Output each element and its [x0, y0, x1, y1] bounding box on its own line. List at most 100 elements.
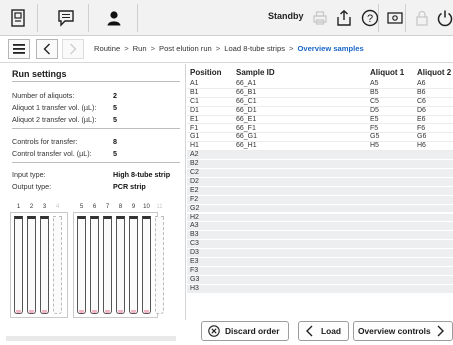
user-icon[interactable] [100, 4, 128, 32]
table-row[interactable]: F1 66_F1 F5 F6 [187, 124, 453, 134]
forward-button [62, 39, 84, 59]
top-toolbar: Standby ? [0, 0, 453, 36]
breadcrumb-item-routine[interactable]: Routine [94, 44, 120, 53]
table-row[interactable]: E1 66_E1 E5 E6 [187, 115, 453, 125]
tube-strip-slot[interactable] [90, 216, 99, 314]
breadcrumb-item-load-strips[interactable]: Load 8-tube strips [224, 44, 285, 53]
strip-number: 4 [55, 204, 60, 210]
position-cell: B1 [190, 88, 199, 96]
position-cell: G3 [190, 275, 200, 283]
controls-transfer-value: 8 [113, 137, 117, 146]
run-settings-panel: Run settings Number of aliquots: 2 Aliqu… [0, 64, 186, 320]
back-button[interactable] [36, 39, 58, 59]
tube-strip-slot[interactable] [155, 216, 164, 314]
aliquot2-cell: H6 [417, 142, 426, 150]
tray-icon[interactable] [4, 4, 32, 32]
aliquot1-cell: H5 [370, 142, 379, 150]
tube-strip-slot[interactable] [142, 216, 151, 314]
tube-strip-slot[interactable] [129, 216, 138, 314]
message-icon[interactable] [52, 4, 80, 32]
strip-number: 7 [105, 204, 110, 210]
tube-strip-slot[interactable] [53, 216, 62, 314]
table-row[interactable]: D1 66_D1 D5 D6 [187, 106, 453, 116]
aliquot2-cell: E6 [417, 115, 426, 123]
table-row[interactable]: D3 [187, 249, 453, 258]
tube-strip-slot[interactable] [77, 216, 86, 314]
breadcrumb-item-post-elution-run[interactable]: Post elution run [159, 44, 212, 53]
aliquot1-cell: C5 [370, 97, 379, 105]
samples-table: Position Sample ID Aliquot 1 Aliquot 2 A… [187, 64, 453, 320]
breadcrumb-item-overview-samples: Overview samples [297, 44, 364, 53]
table-row[interactable]: E2 [187, 186, 453, 196]
power-icon[interactable] [431, 4, 453, 32]
aliquot1-cell: D5 [370, 106, 379, 114]
table-row[interactable]: G1 66_G1 G5 G6 [187, 133, 453, 143]
position-cell: E1 [190, 115, 199, 123]
tube-strip-slot[interactable] [116, 216, 125, 314]
chevron-right-icon [70, 43, 77, 55]
overview-controls-button[interactable]: Overview controls [353, 321, 453, 341]
position-cell: C2 [190, 169, 199, 176]
control-volume-value: 5 [113, 149, 117, 158]
strip-number: 2 [29, 204, 34, 210]
strip-number: 9 [131, 204, 136, 210]
position-cell: H3 [190, 284, 199, 292]
breadcrumb-item-run[interactable]: Run [133, 44, 147, 53]
aliquot2-cell: A6 [417, 80, 426, 87]
menu-button[interactable] [8, 39, 30, 59]
output-type-value: PCR strip [113, 182, 146, 191]
position-cell: A1 [190, 80, 199, 87]
position-cell: A2 [190, 151, 199, 159]
table-row[interactable]: F3 [187, 266, 453, 276]
column-header-sample-id: Sample ID [236, 68, 275, 77]
table-row[interactable]: B2 [187, 160, 453, 169]
table-row[interactable]: C2 [187, 169, 453, 178]
table-row[interactable]: B1 66_B1 B5 B6 [187, 88, 453, 98]
status-text: Standby [268, 11, 304, 21]
input-type-label: Input type: [12, 170, 46, 179]
discard-order-button[interactable]: Discard order [201, 321, 289, 341]
tube-strip-slot[interactable] [27, 216, 36, 314]
discard-order-label: Discard order [225, 326, 280, 336]
tube-strip-slot[interactable] [103, 216, 112, 314]
input-type-value: High 8-tube strip [113, 170, 171, 179]
table-row[interactable]: A2 [187, 151, 453, 161]
position-cell: E3 [190, 258, 199, 265]
table-row[interactable]: H3 [187, 284, 453, 294]
table-row[interactable]: C1 66_C1 C5 C6 [187, 97, 453, 107]
position-cell: H1 [190, 142, 199, 150]
table-row[interactable]: C3 [187, 240, 453, 250]
table-row[interactable]: G3 [187, 275, 453, 285]
strip-number: 3 [42, 204, 47, 210]
chevron-left-icon [306, 325, 313, 337]
close-circle-icon [208, 325, 220, 337]
column-header-position: Position [190, 68, 222, 77]
table-row[interactable]: H1 66_H1 H5 H6 [187, 142, 453, 152]
table-row[interactable]: A3 [187, 222, 453, 232]
controls-transfer-label: Controls for transfer: [12, 137, 78, 146]
position-cell: H2 [190, 213, 199, 221]
footer-status-strip [6, 336, 176, 341]
table-row[interactable]: G2 [187, 204, 453, 214]
tube-strip-slot[interactable] [40, 216, 49, 314]
output-type-label: Output type: [12, 182, 52, 191]
table-row[interactable]: E3 [187, 258, 453, 267]
aliquot2-cell: G6 [417, 133, 427, 141]
table-row[interactable]: F2 [187, 195, 453, 205]
load-button[interactable]: Load [298, 321, 349, 341]
help-icon[interactable]: ? [356, 4, 384, 32]
upload-icon[interactable] [330, 4, 358, 32]
strip-number: 8 [118, 204, 123, 210]
sample-id-cell: 66_A1 [236, 80, 257, 87]
position-cell: G1 [190, 133, 200, 141]
position-cell: D2 [190, 177, 199, 185]
strip-number: 10 [143, 204, 150, 210]
tube-strip-slot[interactable] [14, 216, 23, 314]
table-row[interactable]: D2 [187, 177, 453, 187]
position-cell: B3 [190, 231, 199, 239]
table-row[interactable]: A1 66_A1 A5 A6 [187, 80, 453, 89]
sample-id-cell: 66_B1 [236, 88, 257, 96]
hamburger-icon [13, 44, 25, 54]
table-row[interactable]: B3 [187, 231, 453, 241]
table-row[interactable]: H2 [187, 213, 453, 223]
